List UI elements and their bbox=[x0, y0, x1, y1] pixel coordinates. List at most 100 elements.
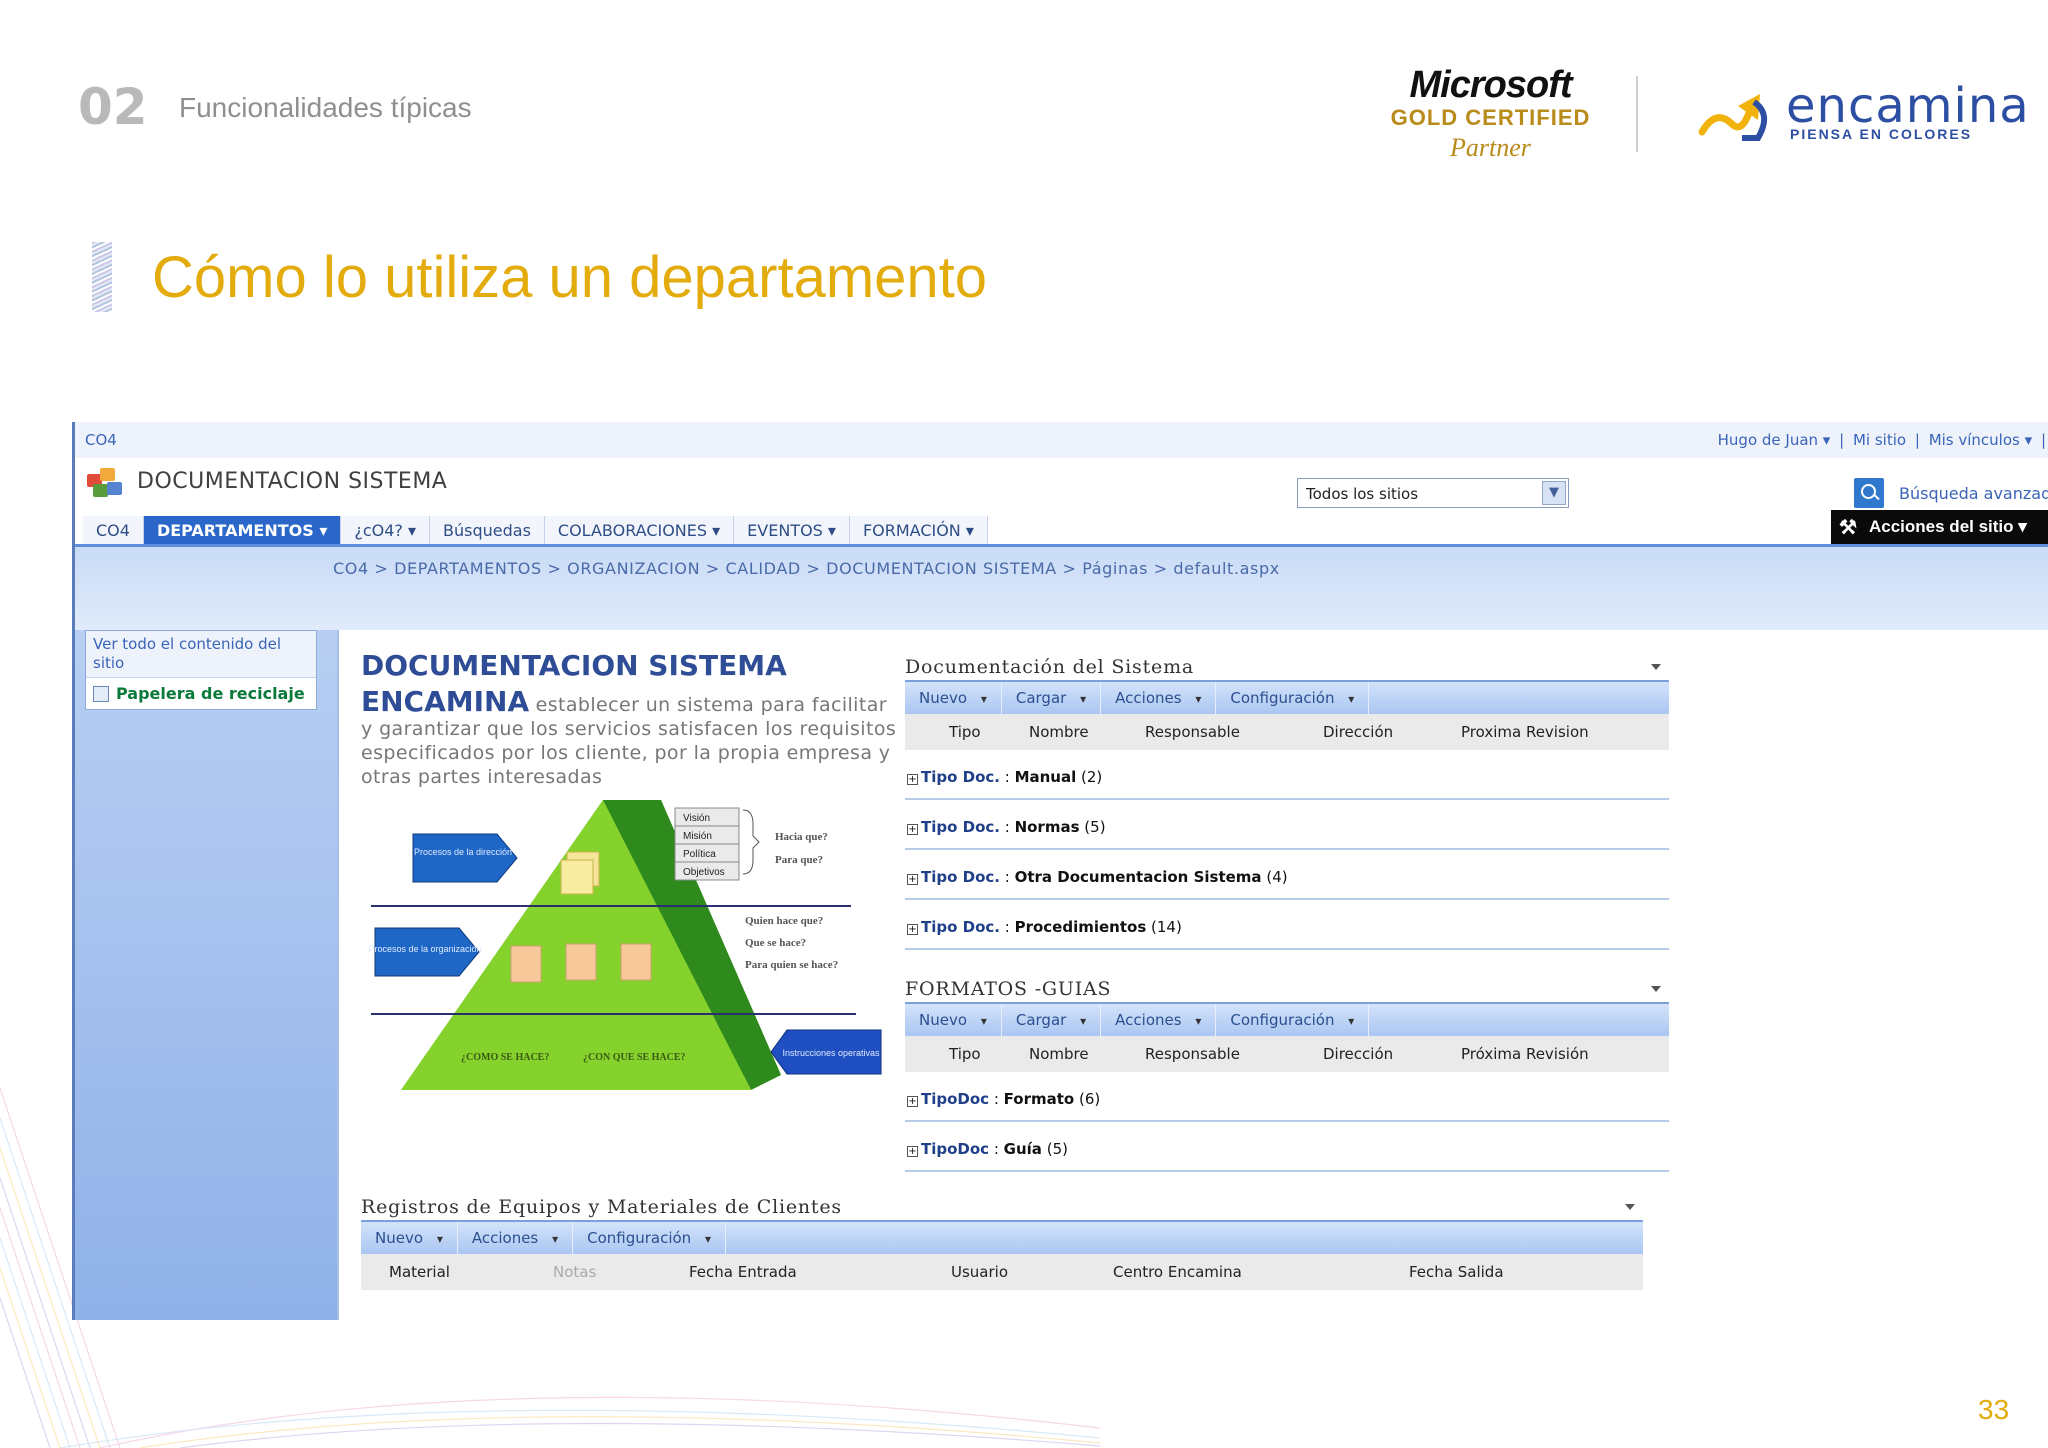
nav-item-departamentos[interactable]: DEPARTAMENTOS ▾ bbox=[143, 516, 342, 544]
column-header[interactable]: Tipo bbox=[905, 723, 1029, 741]
group-key: Tipo Doc. bbox=[921, 918, 1000, 936]
column-header[interactable]: Próxima Revisión bbox=[1461, 1045, 1589, 1063]
expand-icon[interactable]: + bbox=[907, 1146, 918, 1157]
group-value: Manual bbox=[1014, 768, 1077, 786]
upload-button[interactable]: Cargar bbox=[1002, 682, 1102, 714]
user-links: Hugo de Juan ▾ | Mi sitio | Mis vínculos… bbox=[1714, 431, 2046, 449]
column-header[interactable]: Material bbox=[361, 1263, 553, 1281]
view-all-content-link[interactable]: Ver todo el contenido del sitio bbox=[86, 631, 316, 678]
search-icon[interactable] bbox=[1854, 478, 1884, 508]
records-list-title-text: Registros de Equipos y Materiales de Cli… bbox=[361, 1196, 842, 1218]
quick-launch: Ver todo el contenido del sitio Papelera… bbox=[85, 630, 317, 710]
chevron-down-icon[interactable] bbox=[1651, 986, 1661, 992]
group-value: Formato bbox=[1003, 1090, 1075, 1108]
nav-item-colaboraciones[interactable]: COLABORACIONES ▾ bbox=[544, 516, 735, 544]
actions-button[interactable]: Acciones bbox=[1101, 682, 1217, 714]
group-key: Tipo Doc. bbox=[921, 768, 1000, 786]
recycle-bin-link[interactable]: Papelera de reciclaje bbox=[86, 678, 316, 709]
slide-title: Cómo lo utiliza un departamento bbox=[152, 245, 988, 310]
microsoft-partner-logo: Microsoft GOLD CERTIFIED Partner bbox=[1388, 64, 1593, 163]
group-count: (5) bbox=[1084, 818, 1106, 836]
search-scope-select[interactable]: Todos los sitios ▼ bbox=[1297, 478, 1569, 508]
site-actions-label: Acciones del sitio bbox=[1869, 517, 2014, 536]
quality-pyramid-diagram: Procesos de la dirección Procesos de la … bbox=[368, 800, 882, 1090]
settings-button[interactable]: Configuración bbox=[1216, 682, 1370, 714]
nav-item-formacion[interactable]: FORMACIÓN ▾ bbox=[849, 516, 988, 544]
group-row[interactable]: + Tipo Doc. : Normas (5) bbox=[905, 800, 1669, 850]
my-links-menu[interactable]: Mis vínculos ▾ bbox=[1929, 431, 2032, 449]
column-header[interactable]: Responsable bbox=[1145, 1045, 1323, 1063]
slide-number: 02 bbox=[78, 78, 148, 136]
recycle-bin-icon bbox=[93, 685, 109, 702]
chevron-down-icon[interactable] bbox=[1651, 664, 1661, 670]
page-content: DOCUMENTACION SISTEMA ENCAMINA establece… bbox=[337, 630, 2048, 1320]
column-header[interactable]: Fecha Salida bbox=[1409, 1263, 1504, 1281]
title-accent-bar bbox=[92, 242, 112, 312]
records-list-toolbar: Nuevo Acciones Configuración bbox=[361, 1222, 1643, 1254]
expand-icon[interactable]: + bbox=[907, 874, 918, 885]
group-value: Guía bbox=[1003, 1140, 1042, 1158]
group-row[interactable]: + TipoDoc : Formato (6) bbox=[905, 1072, 1669, 1122]
expand-icon[interactable]: + bbox=[907, 924, 918, 935]
nav-item-busquedas[interactable]: Búsquedas bbox=[430, 516, 545, 544]
records-list: Registros de Equipos y Materiales de Cli… bbox=[361, 1190, 1643, 1290]
diagram-como: ¿COMO SE HACE? bbox=[461, 1052, 549, 1063]
diagram-box-mision: Misión bbox=[683, 831, 712, 842]
new-button[interactable]: Nuevo bbox=[361, 1222, 458, 1254]
diagram-con-que: ¿CON QUE SE HACE? bbox=[583, 1052, 686, 1063]
column-header[interactable]: Dirección bbox=[1323, 723, 1461, 741]
column-header[interactable]: Tipo bbox=[905, 1045, 1029, 1063]
doc-library-title-text: Documentación del Sistema bbox=[905, 656, 1195, 678]
column-header[interactable]: Dirección bbox=[1323, 1045, 1461, 1063]
group-count: (2) bbox=[1081, 768, 1103, 786]
nav-item-co4-menu[interactable]: ¿cO4? ▾ bbox=[341, 516, 431, 544]
doc-library-title: Documentación del Sistema bbox=[905, 650, 1669, 682]
records-list-headers: Material Notas Fecha Entrada Usuario Cen… bbox=[361, 1254, 1643, 1290]
chevron-down-icon[interactable]: ▼ bbox=[1542, 481, 1566, 505]
group-row[interactable]: + Tipo Doc. : Otra Documentacion Sistema … bbox=[905, 850, 1669, 900]
group-count: (4) bbox=[1266, 868, 1288, 886]
diagram-box-vision: Visión bbox=[683, 813, 710, 824]
top-nav: CO4 DEPARTAMENTOS ▾ ¿cO4? ▾ Búsquedas CO… bbox=[83, 516, 988, 544]
expand-icon[interactable]: + bbox=[907, 1096, 918, 1107]
column-header[interactable]: Proxima Revision bbox=[1461, 723, 1589, 741]
group-key: TipoDoc bbox=[921, 1090, 990, 1108]
column-header[interactable]: Nombre bbox=[1029, 1045, 1145, 1063]
nav-item-eventos[interactable]: EVENTOS ▾ bbox=[734, 516, 850, 544]
site-actions-menu[interactable]: ⚒ Acciones del sitio ▾ bbox=[1831, 510, 2048, 544]
column-header[interactable]: Usuario bbox=[951, 1263, 1113, 1281]
group-row[interactable]: + TipoDoc : Guía (5) bbox=[905, 1122, 1669, 1172]
diagram-left-top: Procesos de la dirección bbox=[414, 847, 512, 857]
breadcrumb[interactable]: CO4 > DEPARTAMENTOS > ORGANIZACION > CAL… bbox=[333, 559, 1280, 578]
user-menu[interactable]: Hugo de Juan ▾ bbox=[1718, 431, 1831, 449]
nav-item-co4[interactable]: CO4 bbox=[83, 516, 144, 544]
expand-icon[interactable]: + bbox=[907, 824, 918, 835]
title-band bbox=[75, 544, 2048, 630]
site-crumb-link[interactable]: CO4 bbox=[85, 431, 117, 449]
column-header[interactable]: Centro Encamina bbox=[1113, 1263, 1409, 1281]
site-title: DOCUMENTACION SISTEMA bbox=[137, 469, 448, 494]
my-site-link[interactable]: Mi sitio bbox=[1853, 431, 1906, 449]
column-header[interactable]: Nombre bbox=[1029, 723, 1145, 741]
group-row[interactable]: + Tipo Doc. : Procedimientos (14) bbox=[905, 900, 1669, 950]
group-key: Tipo Doc. bbox=[921, 818, 1000, 836]
advanced-search-link[interactable]: Búsqueda avanzad bbox=[1899, 484, 2048, 503]
intro-heading: DOCUMENTACION SISTEMA bbox=[361, 649, 787, 682]
settings-button[interactable]: Configuración bbox=[573, 1222, 727, 1254]
new-button[interactable]: Nuevo bbox=[905, 682, 1002, 714]
column-header[interactable]: Notas bbox=[553, 1263, 689, 1281]
upload-button[interactable]: Cargar bbox=[1002, 1004, 1102, 1036]
column-header[interactable]: Responsable bbox=[1145, 723, 1323, 741]
group-value: Procedimientos bbox=[1014, 918, 1147, 936]
forms-library-headers: Tipo Nombre Responsable Dirección Próxim… bbox=[905, 1036, 1669, 1072]
group-row[interactable]: + Tipo Doc. : Manual (2) bbox=[905, 750, 1669, 800]
column-header[interactable]: Fecha Entrada bbox=[689, 1263, 951, 1281]
actions-button[interactable]: Acciones bbox=[1101, 1004, 1217, 1036]
actions-button[interactable]: Acciones bbox=[458, 1222, 574, 1254]
chevron-down-icon[interactable] bbox=[1625, 1204, 1635, 1210]
expand-icon[interactable]: + bbox=[907, 774, 918, 785]
forms-library-title: FORMATOS -GUIAS bbox=[905, 972, 1669, 1004]
new-button[interactable]: Nuevo bbox=[905, 1004, 1002, 1036]
settings-button[interactable]: Configuración bbox=[1216, 1004, 1370, 1036]
diagram-para: Para que? bbox=[775, 854, 823, 866]
